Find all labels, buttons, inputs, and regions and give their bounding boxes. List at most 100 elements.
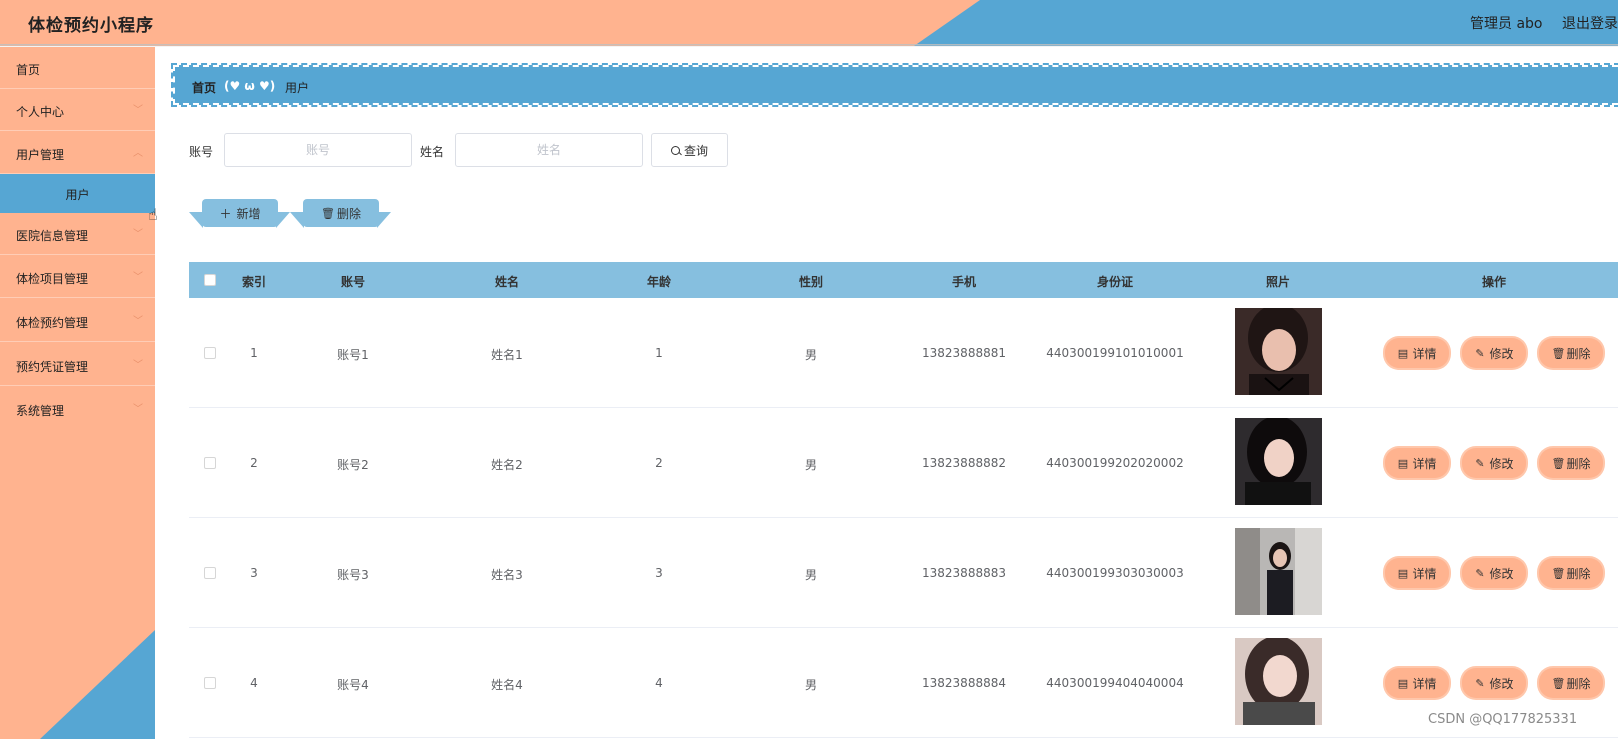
batch-delete-button[interactable]: 🗑 删除 (303, 199, 379, 227)
cell-id-card: 440300199404040004 (1046, 676, 1184, 690)
edit-button[interactable]: ✎ 修改 (1462, 338, 1526, 368)
row-checkbox[interactable] (204, 347, 216, 359)
edit-label: 修改 (1489, 346, 1514, 361)
header-orange-panel (0, 0, 980, 46)
edit-button[interactable]: ✎ 修改 (1462, 668, 1526, 698)
delete-button[interactable]: 🗑 删除 (1539, 448, 1603, 478)
delete-button-tail (290, 212, 304, 228)
edit-icon: ✎ (1475, 676, 1485, 690)
trash-icon: 🗑 (1551, 676, 1566, 690)
cell-account: 账号4 (337, 678, 369, 692)
sidebar-item-exam-appointments[interactable]: 体检预约管理 ﹀ (0, 300, 155, 342)
cell-age: 2 (655, 456, 663, 470)
table-row: 1 账号1 姓名1 1 男 13823888881 44030019910101… (189, 298, 1618, 408)
detail-button[interactable]: ▤ 详情 (1385, 448, 1449, 478)
row-checkbox[interactable] (204, 567, 216, 579)
cell-phone: 13823888883 (922, 566, 1006, 580)
sidebar-item-label: 系统管理 (16, 404, 65, 418)
cell-name: 姓名1 (491, 348, 523, 362)
sidebar-item-user-management[interactable]: 用户管理 ︿ (0, 132, 155, 174)
document-icon: ▤ (1397, 346, 1409, 360)
detail-label: 详情 (1412, 456, 1437, 471)
trash-icon: 🗑 (1551, 456, 1566, 470)
cell-gender: 男 (804, 348, 818, 362)
edit-label: 修改 (1489, 676, 1514, 691)
table-header: 索引 账号 姓名 年龄 性别 手机 身份证 照片 操作 (189, 262, 1618, 298)
delete-label: 删除 (1566, 456, 1591, 471)
detail-button[interactable]: ▤ 详情 (1385, 558, 1449, 588)
user-photo (1235, 528, 1322, 615)
name-search-label: 姓名 (420, 145, 445, 159)
select-all-checkbox[interactable] (204, 274, 216, 286)
delete-button[interactable]: 🗑 删除 (1539, 558, 1603, 588)
cell-account: 账号2 (337, 458, 369, 472)
cell-account: 账号3 (337, 568, 369, 582)
query-button[interactable]: 查询 (651, 133, 728, 167)
column-header: 账号 (340, 275, 366, 289)
column-header: 操作 (1481, 275, 1507, 289)
sidebar-item-label: 个人中心 (16, 105, 65, 119)
cell-age: 4 (655, 676, 663, 690)
name-search-input[interactable] (455, 133, 643, 167)
edit-label: 修改 (1489, 456, 1514, 471)
sidebar-item-users[interactable]: 用户 (0, 174, 155, 213)
delete-button[interactable]: 🗑 删除 (1539, 338, 1603, 368)
batch-delete-button-label: 删除 (336, 206, 361, 221)
chevron-down-icon: ﹀ (133, 105, 143, 116)
column-header: 索引 (241, 275, 267, 289)
current-user-label: 管理员 abo (1470, 16, 1543, 32)
delete-button[interactable]: 🗑 删除 (1539, 668, 1603, 698)
add-button[interactable]: ＋ 新增 (202, 199, 278, 227)
sidebar-item-appointment-vouchers[interactable]: 预约凭证管理 ﹀ (0, 344, 155, 386)
detail-button[interactable]: ▤ 详情 (1385, 668, 1449, 698)
column-header: 照片 (1265, 275, 1291, 289)
detail-label: 详情 (1412, 566, 1437, 581)
detail-label: 详情 (1412, 676, 1437, 691)
sidebar: 首页 个人中心 ﹀ 用户管理 ︿ 用户 医院信息管理 ﹀ 体检项目管理 ﹀ 体检… (0, 47, 155, 739)
edit-label: 修改 (1489, 566, 1514, 581)
cell-name: 姓名4 (491, 678, 523, 692)
cell-age: 3 (655, 566, 663, 580)
row-checkbox[interactable] (204, 457, 216, 469)
cell-name: 姓名2 (491, 458, 523, 472)
watermark: CSDN @QQ177825331 (1428, 712, 1578, 727)
breadcrumb-home[interactable]: 首页 (192, 79, 216, 96)
sidebar-item-home[interactable]: 首页 (0, 47, 155, 89)
account-search-input[interactable] (224, 133, 412, 167)
column-header: 身份证 (1096, 275, 1134, 289)
delete-label: 删除 (1566, 676, 1591, 691)
account-search-label: 账号 (189, 145, 214, 159)
header-shadow (0, 44, 1618, 47)
cell-gender: 男 (804, 678, 818, 692)
detail-label: 详情 (1412, 346, 1437, 361)
chevron-down-icon: ﹀ (133, 360, 143, 371)
sidebar-item-label: 首页 (16, 63, 41, 77)
cell-index: 1 (250, 346, 258, 360)
edit-button[interactable]: ✎ 修改 (1462, 448, 1526, 478)
cell-id-card: 440300199303030003 (1046, 566, 1184, 580)
chevron-down-icon: ﹀ (133, 229, 143, 240)
cell-phone: 13823888882 (922, 456, 1006, 470)
sidebar-item-hospital-info[interactable]: 医院信息管理 ﹀ (0, 213, 155, 255)
sidebar-item-personal-center[interactable]: 个人中心 ﹀ (0, 89, 155, 131)
table-row: 4 账号4 姓名4 4 男 13823888884 44030019940404… (189, 628, 1618, 738)
cell-gender: 男 (804, 568, 818, 582)
row-checkbox[interactable] (204, 677, 216, 689)
sidebar-item-label: 预约凭证管理 (16, 360, 89, 374)
add-button-tail (276, 212, 290, 228)
column-header: 年龄 (646, 275, 672, 289)
cell-index: 3 (250, 566, 258, 580)
edit-button[interactable]: ✎ 修改 (1462, 558, 1526, 588)
sidebar-item-exam-items[interactable]: 体检项目管理 ﹀ (0, 256, 155, 298)
logout-link[interactable]: 退出登录 (1562, 13, 1618, 33)
edit-icon: ✎ (1475, 566, 1485, 580)
add-button-tail (189, 212, 203, 228)
breadcrumb-separator: (♥ ω ♥) (224, 79, 276, 93)
chevron-down-icon: ﹀ (133, 316, 143, 327)
cell-gender: 男 (804, 458, 818, 472)
top-header: 体检预约小程序 管理员 abo 退出登录 (0, 0, 1618, 46)
document-icon: ▤ (1397, 566, 1409, 580)
delete-label: 删除 (1566, 346, 1591, 361)
detail-button[interactable]: ▤ 详情 (1385, 338, 1449, 368)
sidebar-item-system-management[interactable]: 系统管理 ﹀ (0, 388, 155, 430)
